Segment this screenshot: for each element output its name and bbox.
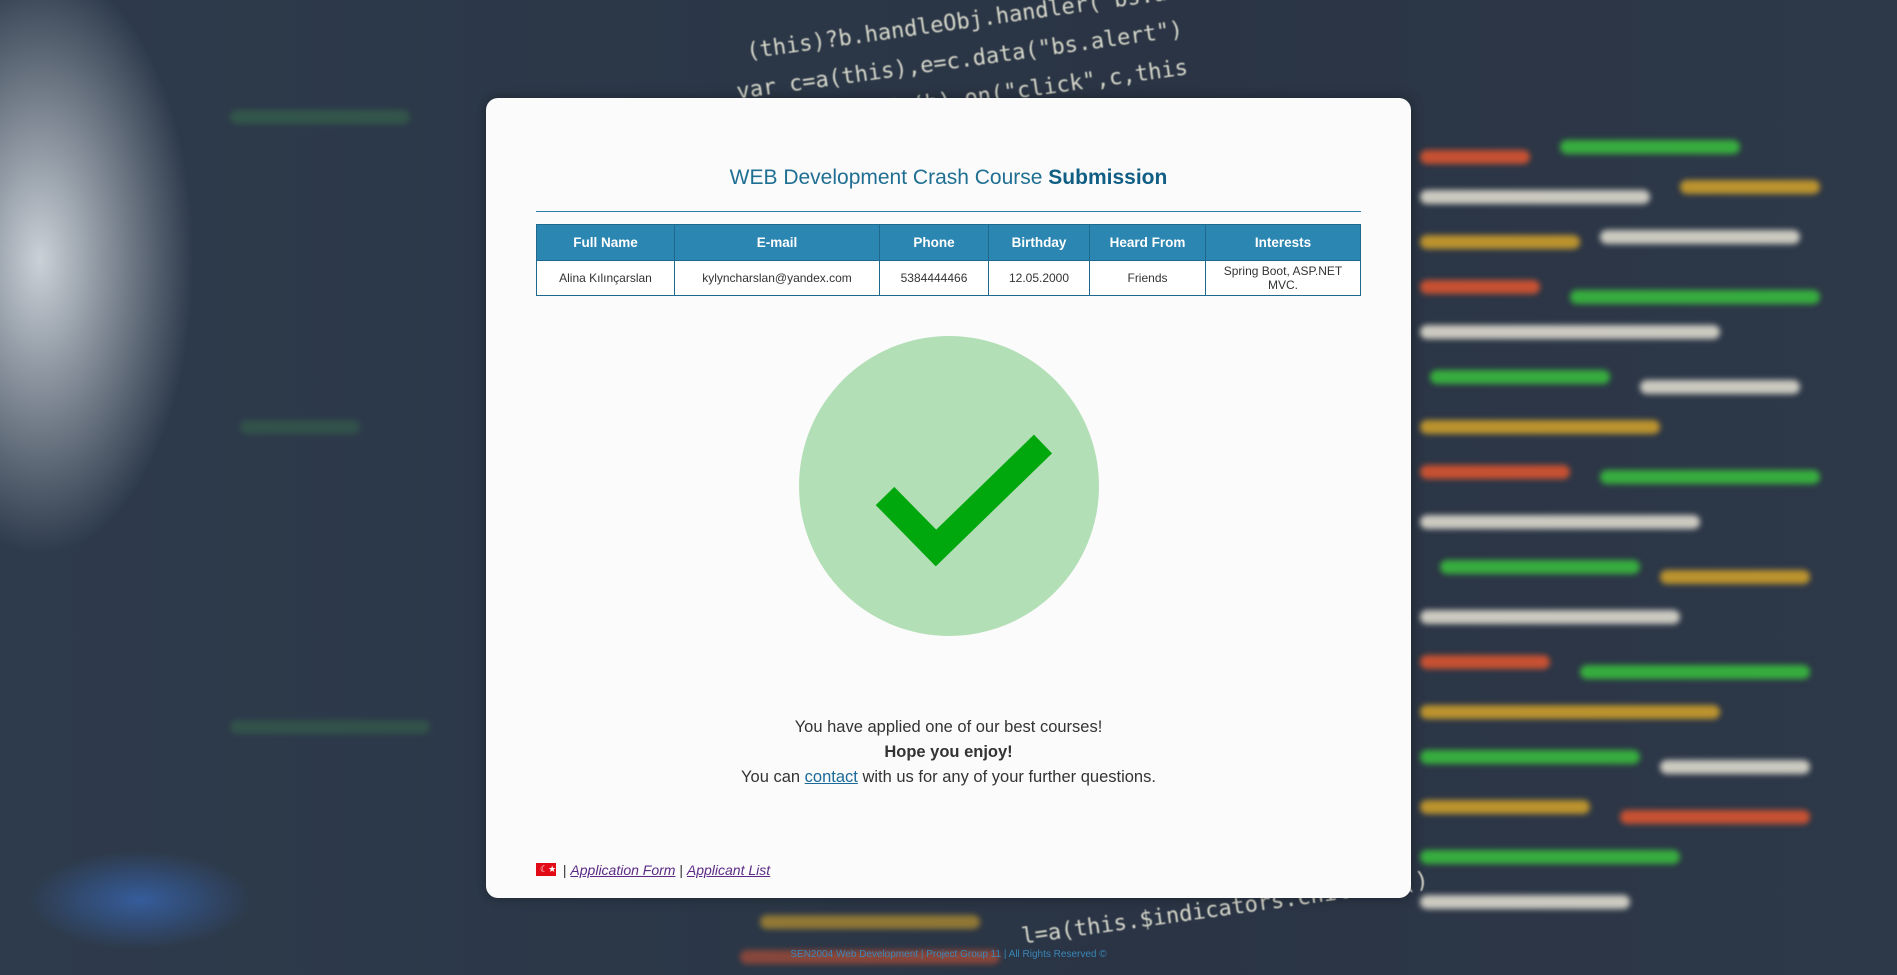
page-title-bold: Submission [1048, 166, 1168, 189]
enjoy-message: Hope you enjoy! [884, 743, 1013, 761]
success-message: You have applied one of our best courses… [794, 718, 1103, 736]
column-header-phone: Phone [879, 224, 989, 261]
site-footer: SEN2004 Web Development | Project Group … [790, 949, 1107, 960]
cell-interests: Spring Boot, ASP.NET MVC. [1205, 260, 1361, 296]
contact-message: You can contact with us for any of your … [486, 768, 1411, 787]
cell-heard-from: Friends [1089, 260, 1206, 296]
page-title-text: WEB Development Crash Course [729, 166, 1049, 189]
contact-suffix: with us for any of your further question… [857, 768, 1156, 786]
nav-separator: | [679, 862, 683, 878]
column-header-email: E-mail [674, 224, 880, 261]
checkmark-icon [875, 434, 1053, 567]
cell-email: kylyncharslan@yandex.com [674, 260, 880, 296]
contact-link[interactable]: contact [805, 768, 858, 786]
application-form-link[interactable]: Application Form [570, 862, 675, 878]
applicant-list-link[interactable]: Applicant List [687, 862, 770, 878]
page-title: WEB Development Crash Course Submission [536, 166, 1361, 190]
submission-card: WEB Development Crash Course Submission … [486, 98, 1411, 898]
footer-nav: ☾★ | Application Form | Applicant List [536, 862, 770, 878]
column-header-heard-from: Heard From [1089, 224, 1206, 261]
table-row: Alina Kılınçarslan kylyncharslan@yandex.… [536, 260, 1361, 296]
column-header-full-name: Full Name [536, 224, 675, 261]
turkish-flag-icon[interactable]: ☾★ [536, 863, 556, 876]
nav-separator: | [562, 862, 567, 878]
column-header-birthday: Birthday [988, 224, 1090, 261]
table-header-row: Full Name E-mail Phone Birthday Heard Fr… [536, 224, 1361, 261]
contact-prefix: You can [741, 768, 805, 786]
success-circle [799, 336, 1099, 636]
cell-full-name: Alina Kılınçarslan [536, 260, 675, 296]
cell-phone: 5384444466 [879, 260, 989, 296]
cell-birthday: 12.05.2000 [988, 260, 1090, 296]
applicant-table: Full Name E-mail Phone Birthday Heard Fr… [536, 224, 1361, 296]
column-header-interests: Interests [1205, 224, 1361, 261]
title-divider [536, 211, 1361, 212]
